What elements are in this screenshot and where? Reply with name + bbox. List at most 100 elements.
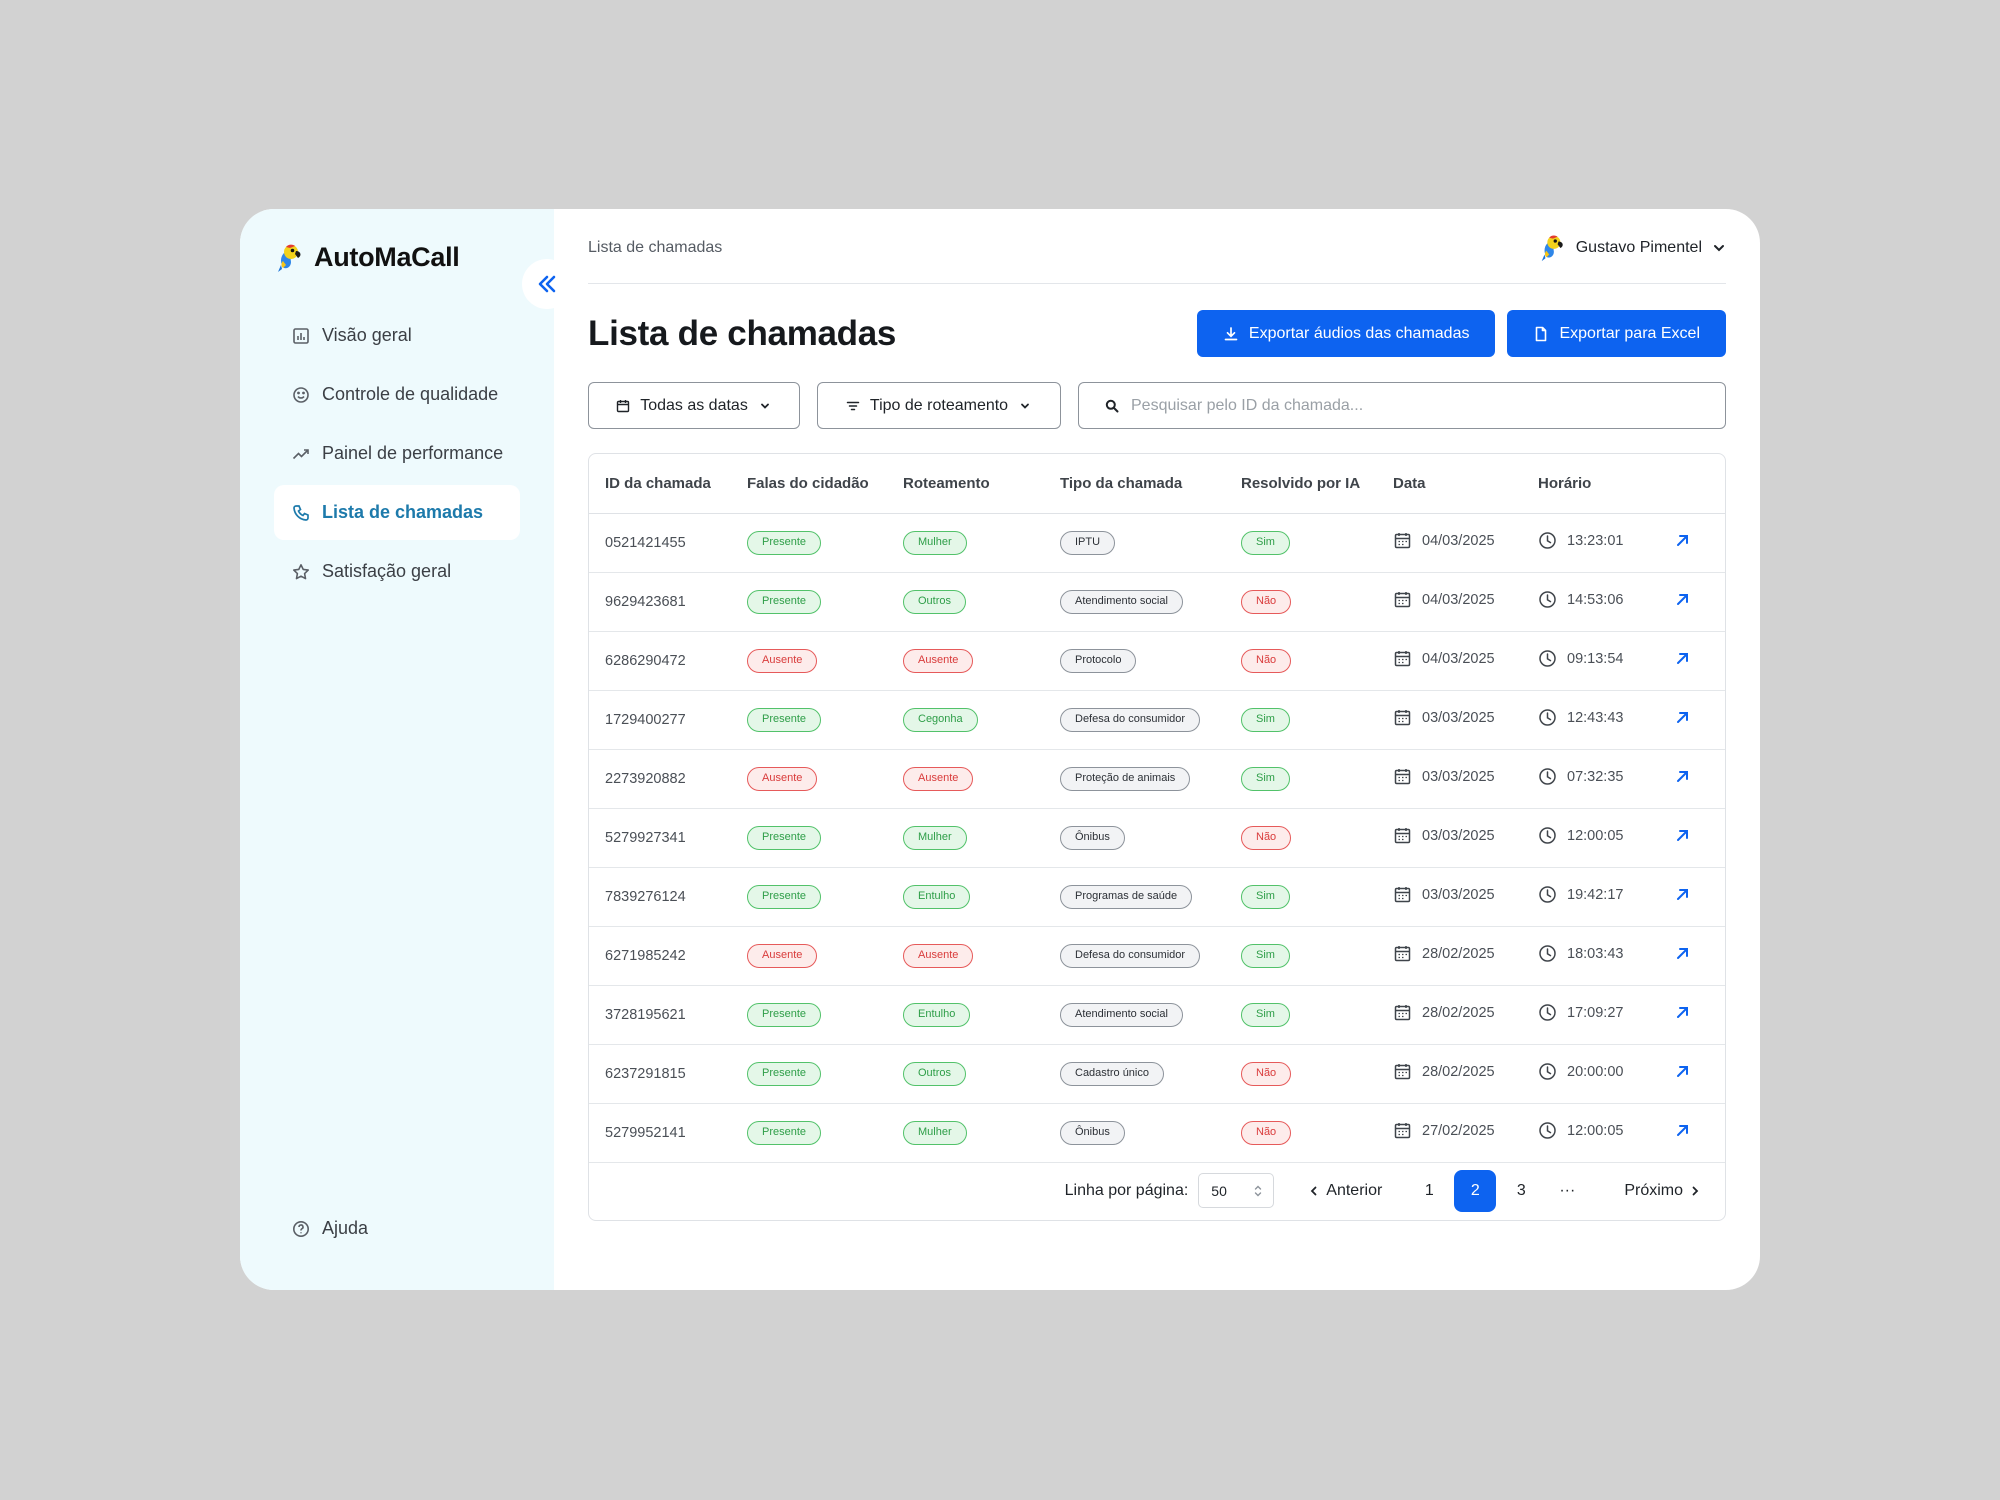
calendar-icon (1394, 1123, 1411, 1139)
pagination: Linha por página: 50 Anterior 1 2 3 ··· … (589, 1161, 1725, 1220)
open-arrow-icon (1677, 948, 1688, 959)
roteamento-cell: Ausente (887, 926, 1044, 986)
table-row[interactable]: 0521421455 Presente Mulher IPTU Sim 04/03/202… (589, 513, 1725, 573)
open-arrow-icon (1677, 771, 1688, 782)
sidebar-item-satisfacao-geral[interactable]: Satisfação geral (274, 544, 520, 599)
calendar-icon (1394, 946, 1411, 962)
sidebar-item-label: Controle de qualidade (322, 384, 499, 404)
open-call-link[interactable] (1675, 771, 1690, 788)
table-row[interactable]: 6237291815 Presente Outros Cadastro único Nã… (589, 1044, 1725, 1104)
call-time: 13:23:01 (1567, 532, 1624, 549)
user-menu[interactable]: Gustavo Pimentel (1538, 234, 1726, 262)
tipo-badge: Defesa do consumidor (1060, 943, 1201, 968)
table-row[interactable]: 3728195621 Presente Entulho Atendimento soc… (589, 985, 1725, 1045)
open-arrow-icon (1677, 1125, 1688, 1136)
resolvido-cell: Não (1225, 1044, 1377, 1104)
call-date: 03/03/2025 (1422, 709, 1495, 726)
calendar-icon (1394, 1064, 1411, 1080)
next-page-button[interactable]: Próximo (1614, 1182, 1711, 1200)
open-arrow-icon (1677, 594, 1688, 605)
open-call-link[interactable] (1675, 1066, 1690, 1083)
open-call-cell (1659, 808, 1725, 868)
open-call-link[interactable] (1675, 1007, 1690, 1024)
call-time: 17:09:27 (1567, 1004, 1624, 1021)
column-header-roteamento[interactable]: Roteamento (887, 454, 1044, 514)
column-header-horario[interactable]: Horário (1522, 454, 1659, 514)
breadcrumb[interactable]: Lista de chamadas (588, 239, 722, 257)
chart-icon (293, 327, 309, 344)
call-id: 2273920882 (589, 749, 731, 809)
clock-icon (1539, 591, 1556, 608)
call-id: 3728195621 (589, 985, 731, 1045)
roteamento-cell: Mulher (887, 513, 1044, 573)
table-row[interactable]: 1729400277 Presente Cegonha Defesa do consu… (589, 690, 1725, 750)
date-filter-dropdown[interactable]: Todas as datas (588, 382, 800, 429)
falas-cell: Presente (731, 572, 887, 632)
roteamento-badge: Ausente (903, 648, 974, 673)
brand-name: AutoMaCall (314, 242, 460, 272)
roteamento-cell: Outros (887, 1044, 1044, 1104)
open-call-link[interactable] (1675, 889, 1690, 906)
column-header-resolvido[interactable]: Resolvido por IA (1225, 454, 1377, 514)
call-id: 6271985242 (589, 926, 731, 986)
resolvido-badge: Não (1241, 648, 1292, 673)
call-time: 12:43:43 (1567, 709, 1624, 726)
clock-icon (1539, 1063, 1556, 1080)
page-1-button[interactable]: 1 (1408, 1170, 1450, 1212)
search-box[interactable] (1078, 382, 1726, 429)
open-call-link[interactable] (1675, 1125, 1690, 1142)
sidebar-item-lista-chamadas[interactable]: Lista de chamadas (274, 485, 520, 540)
open-call-link[interactable] (1675, 712, 1690, 729)
help-link[interactable]: Ajuda (292, 1218, 368, 1239)
brand-logo[interactable]: AutoMaCall (274, 242, 460, 273)
time-cell: 12:00:05 (1522, 808, 1659, 868)
open-call-link[interactable] (1675, 594, 1690, 611)
page-3-button[interactable]: 3 (1500, 1170, 1542, 1212)
open-call-cell (1659, 631, 1725, 691)
export-excel-button[interactable]: Exportar para Excel (1507, 310, 1726, 357)
clock-icon (1539, 650, 1556, 667)
open-call-link[interactable] (1675, 830, 1690, 847)
clock-icon (1539, 1122, 1556, 1139)
table-row[interactable]: 6271985242 Ausente Ausente Defesa do consum… (589, 926, 1725, 986)
tipo-cell: Proteção de animais (1044, 749, 1225, 809)
table-header-row: ID da chamada Falas do cidadão Roteament… (589, 454, 1725, 514)
roteamento-badge: Ausente (903, 766, 974, 791)
open-call-link[interactable] (1675, 653, 1690, 670)
collapse-sidebar-button[interactable] (522, 259, 572, 309)
page-2-button[interactable]: 2 (1454, 1169, 1497, 1212)
next-label: Próximo (1624, 1181, 1683, 1199)
open-call-link[interactable] (1675, 535, 1690, 552)
open-call-link[interactable] (1675, 948, 1690, 965)
column-header-data[interactable]: Data (1377, 454, 1522, 514)
rows-per-page-select[interactable]: 50 (1198, 1173, 1275, 1208)
sidebar-item-visao-geral[interactable]: Visão geral (274, 308, 520, 363)
table-row[interactable]: 6286290472 Ausente Ausente Protocolo Não 04/0… (589, 631, 1725, 691)
more-pages-button[interactable]: ··· (1546, 1170, 1588, 1212)
table-row[interactable]: 7839276124 Presente Entulho Programas de sa… (589, 867, 1725, 927)
search-input[interactable] (1131, 396, 1725, 415)
sidebar-item-controle-qualidade[interactable]: Controle de qualidade (274, 367, 520, 422)
export-audio-button[interactable]: Exportar áudios das chamadas (1196, 310, 1496, 357)
falas-badge: Ausente (747, 648, 818, 673)
call-date: 03/03/2025 (1422, 827, 1495, 844)
table-row[interactable]: 5279927341 Presente Mulher Ônibus Não 03/03/2… (589, 808, 1725, 868)
date-cell: 04/03/2025 (1377, 631, 1522, 691)
roteamento-badge: Mulher (903, 825, 967, 850)
column-header-id[interactable]: ID da chamada (589, 454, 731, 514)
export-excel-label: Exportar para Excel (1559, 324, 1700, 342)
table-row[interactable]: 2273920882 Ausente Ausente Proteção de anim… (589, 749, 1725, 809)
sidebar-item-painel-performance[interactable]: Painel de performance (274, 426, 520, 481)
previous-page-button[interactable]: Anterior (1298, 1182, 1392, 1200)
table-row[interactable]: 9629423681 Presente Outros Atendimento soci… (589, 572, 1725, 632)
tipo-badge: Proteção de animais (1060, 766, 1191, 791)
roteamento-badge: Outros (903, 589, 967, 614)
falas-badge: Presente (747, 1002, 822, 1027)
column-header-falas[interactable]: Falas do cidadão (731, 454, 887, 514)
resolvido-cell: Sim (1225, 690, 1377, 750)
open-arrow-icon (1677, 535, 1688, 546)
call-time: 12:00:05 (1567, 1122, 1624, 1139)
table-row[interactable]: 5279952141 Presente Mulher Ônibus Não 27/02/2… (589, 1103, 1725, 1163)
column-header-tipo[interactable]: Tipo da chamada (1044, 454, 1225, 514)
routing-filter-dropdown[interactable]: Tipo de roteamento (817, 382, 1061, 429)
